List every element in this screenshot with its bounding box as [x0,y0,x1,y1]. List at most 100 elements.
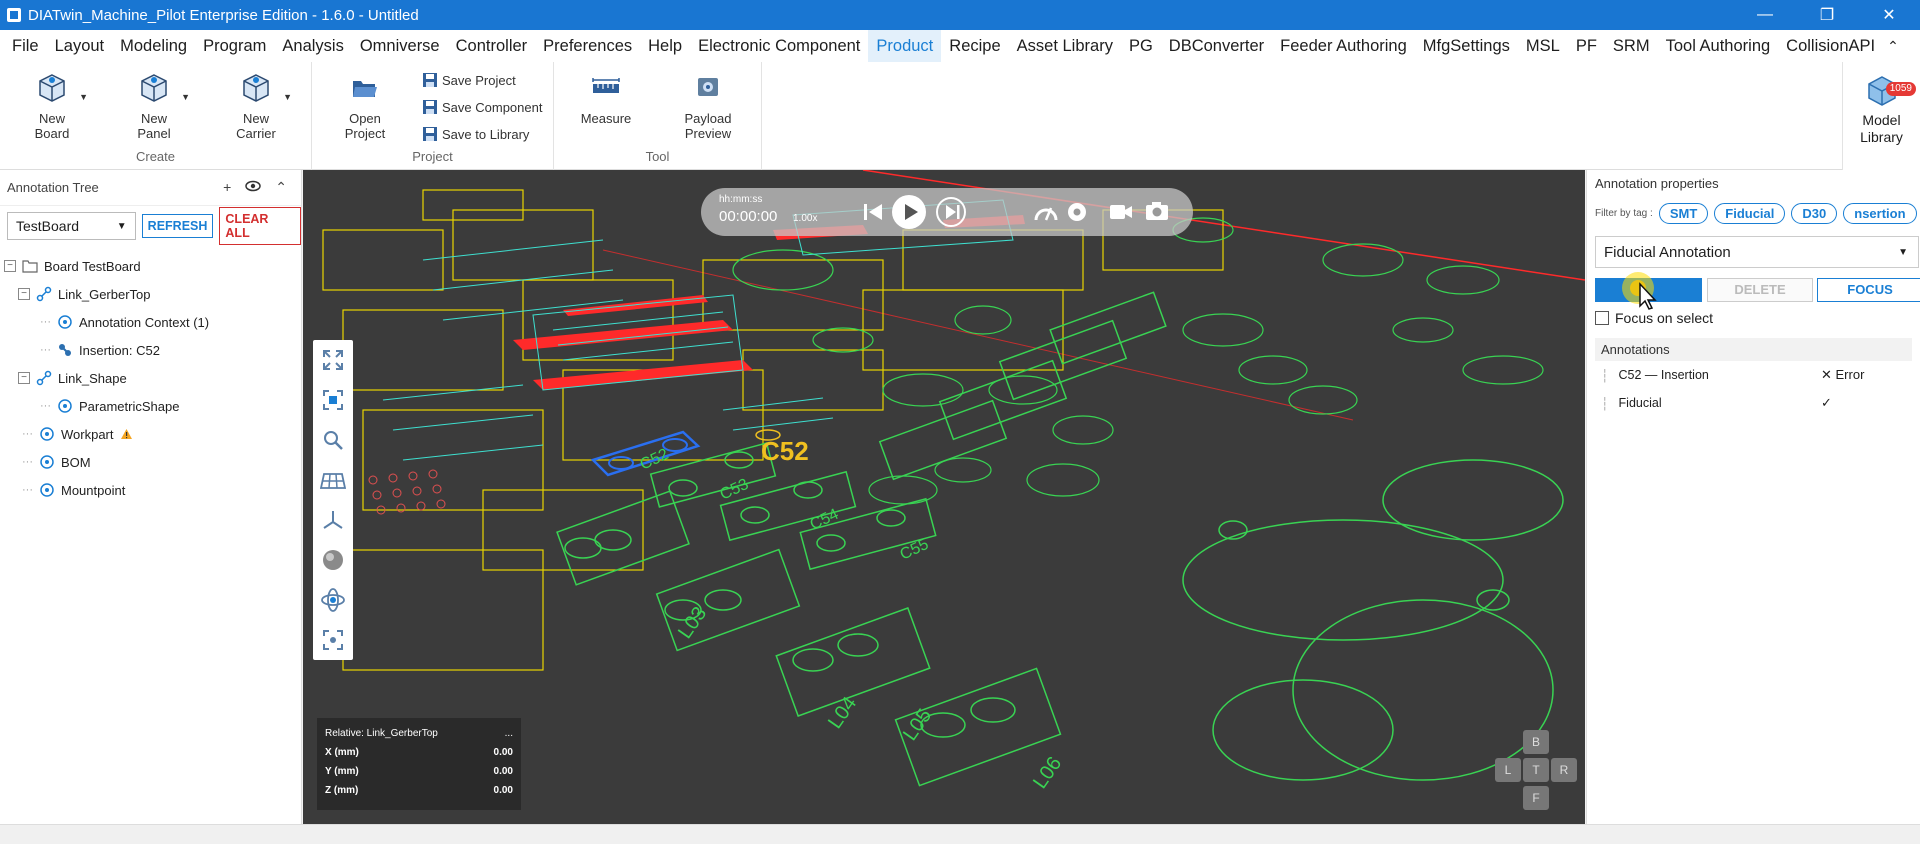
new-carrier-button[interactable]: New Carrier ▼ [214,72,298,141]
restore-button[interactable]: ❐ [1796,0,1858,30]
payload-preview-button[interactable]: Payload Preview [666,72,750,141]
tag-insertion[interactable]: nsertion [1843,202,1917,224]
new-carrier-dropdown-icon[interactable]: ▼ [283,90,292,105]
menu-modeling[interactable]: Modeling [112,30,195,62]
collapse-node-icon[interactable]: − [4,260,16,272]
window-title: DIATwin_Machine_Pilot Enterprise Edition… [28,6,419,24]
shading-button[interactable] [313,540,353,580]
menu-asset-library[interactable]: Asset Library [1009,30,1121,62]
menu-feeder-authoring[interactable]: Feeder Authoring [1272,30,1415,62]
fit-all-button[interactable] [313,340,353,380]
menu-msl[interactable]: MSL [1518,30,1568,62]
collapse-node-icon[interactable]: − [18,288,30,300]
collapse-panel-icon[interactable]: ⌃ [275,179,287,196]
new-panel-button[interactable]: New Panel ▼ [112,72,196,141]
step-forward-icon[interactable] [935,196,967,228]
menu-file[interactable]: File [4,30,47,62]
warning-icon [120,429,132,439]
menu-electronic-component[interactable]: Electronic Component [690,30,868,62]
tree-node-parametricshape[interactable]: ··· ParametricShape [0,392,301,420]
view-back-button[interactable]: B [1523,730,1549,754]
tag-d30[interactable]: D30 [1791,202,1838,224]
video-camera-icon[interactable] [1109,202,1133,222]
menu-srm[interactable]: SRM [1605,30,1658,62]
view-top-button[interactable]: T [1523,758,1549,782]
annotation-row[interactable]: ┆ C52 — Insertion ✕ Error [1601,361,1920,389]
orbit-button[interactable] [313,580,353,620]
tree-node-insertion[interactable]: ··· Insertion: C52 [0,336,301,364]
add-icon[interactable]: + [223,179,231,196]
menu-recipe[interactable]: Recipe [941,30,1008,62]
tag-fiducial[interactable]: Fiducial [1714,202,1786,224]
menu-omniverse[interactable]: Omniverse [352,30,448,62]
zoom-button[interactable] [313,420,353,460]
focus-on-select-checkbox[interactable] [1595,311,1609,325]
collapse-ribbon-icon[interactable]: ⌃ [1887,38,1899,55]
annotation-type-select[interactable]: Fiducial Annotation ▼ [1595,236,1919,268]
save-to-library-button[interactable]: Save to Library [422,122,529,146]
menu-analysis[interactable]: Analysis [274,30,351,62]
menu-collisionapi[interactable]: CollisionAPI [1778,30,1883,62]
payload-preview-icon [698,78,718,96]
clear-all-button[interactable]: CLEAR ALL [219,207,301,245]
menu-program[interactable]: Program [195,30,274,62]
open-project-button[interactable]: Open Project [312,72,418,141]
camera-icon[interactable] [1145,200,1169,222]
new-board-button[interactable]: New Board ▼ [10,72,94,141]
menu-dbconverter[interactable]: DBConverter [1161,30,1272,62]
axes-button[interactable] [313,500,353,540]
tree-node-link-gerbertop[interactable]: − Link_GerberTop [0,280,301,308]
measure-button[interactable]: Measure [564,72,648,126]
menu-controller[interactable]: Controller [448,30,536,62]
annotation-tree-title: Annotation Tree [7,180,99,195]
playback-speed[interactable]: 1.00x [793,213,817,224]
model-library-button[interactable]: 1059 Model Library [1842,62,1920,170]
eye-icon[interactable] [245,179,262,193]
grid-button[interactable] [313,460,353,500]
skip-back-icon[interactable] [861,200,885,224]
menu-product[interactable]: Product [868,30,942,62]
new-panel-dropdown-icon[interactable]: ▼ [181,90,190,105]
menu-help[interactable]: Help [640,30,690,62]
fit-selection-button[interactable] [313,380,353,420]
tree-node-bom[interactable]: ··· BOM [0,448,301,476]
speed-gauge-icon[interactable] [1033,200,1059,224]
axes-icon [323,511,343,529]
save-component-button[interactable]: Save Component [422,95,542,119]
menu-pf[interactable]: PF [1568,30,1605,62]
board-select[interactable]: TestBoard ▼ [7,212,136,240]
focus-point-button[interactable] [313,620,353,660]
focus-button[interactable]: FOCUS [1817,278,1920,302]
tag-smt[interactable]: SMT [1658,202,1709,224]
focus-on-select-row[interactable]: Focus on select [1595,310,1920,326]
annotation-row[interactable]: ┆ Fiducial ✓ [1601,389,1920,417]
minimize-button[interactable]: — [1734,0,1796,30]
tree-node-mountpoint[interactable]: ··· Mountpoint [0,476,301,504]
play-icon[interactable] [891,194,927,230]
tree-node-annotation-context[interactable]: ··· Annotation Context (1) [0,308,301,336]
menu-mfgsettings[interactable]: MfgSettings [1415,30,1518,62]
menu-layout[interactable]: Layout [47,30,113,62]
delete-button[interactable]: DELETE [1707,278,1813,302]
tree-node-link-shape[interactable]: − Link_Shape [0,364,301,392]
3d-viewport[interactable]: C52 C53 C54 C55 L03 L04 L05 L06 C52 hh:m… [303,170,1585,824]
new-board-dropdown-icon[interactable]: ▼ [79,90,88,105]
tree-node-label: ParametricShape [79,398,180,414]
tree-node-board[interactable]: − Board TestBoard [0,252,301,280]
collapse-node-icon[interactable]: − [18,372,30,384]
view-right-button[interactable]: R [1551,758,1577,782]
annotation-name: Fiducial [1618,396,1662,410]
grid-icon [320,473,346,489]
tree-node-workpart[interactable]: ··· Workpart [0,420,301,448]
coords-more-button[interactable]: ... [505,728,513,739]
menu-tool-authoring[interactable]: Tool Authoring [1658,30,1779,62]
view-left-button[interactable]: L [1495,758,1521,782]
menu-pg[interactable]: PG [1121,30,1161,62]
refresh-button[interactable]: REFRESH [141,214,214,238]
annotation-tree-header: Annotation Tree + ⌃ [0,170,301,206]
gear-icon[interactable] [1065,200,1089,224]
save-project-button[interactable]: Save Project [422,68,516,92]
view-front-button[interactable]: F [1523,786,1549,810]
menu-preferences[interactable]: Preferences [535,30,640,62]
close-button[interactable]: ✕ [1858,0,1920,30]
